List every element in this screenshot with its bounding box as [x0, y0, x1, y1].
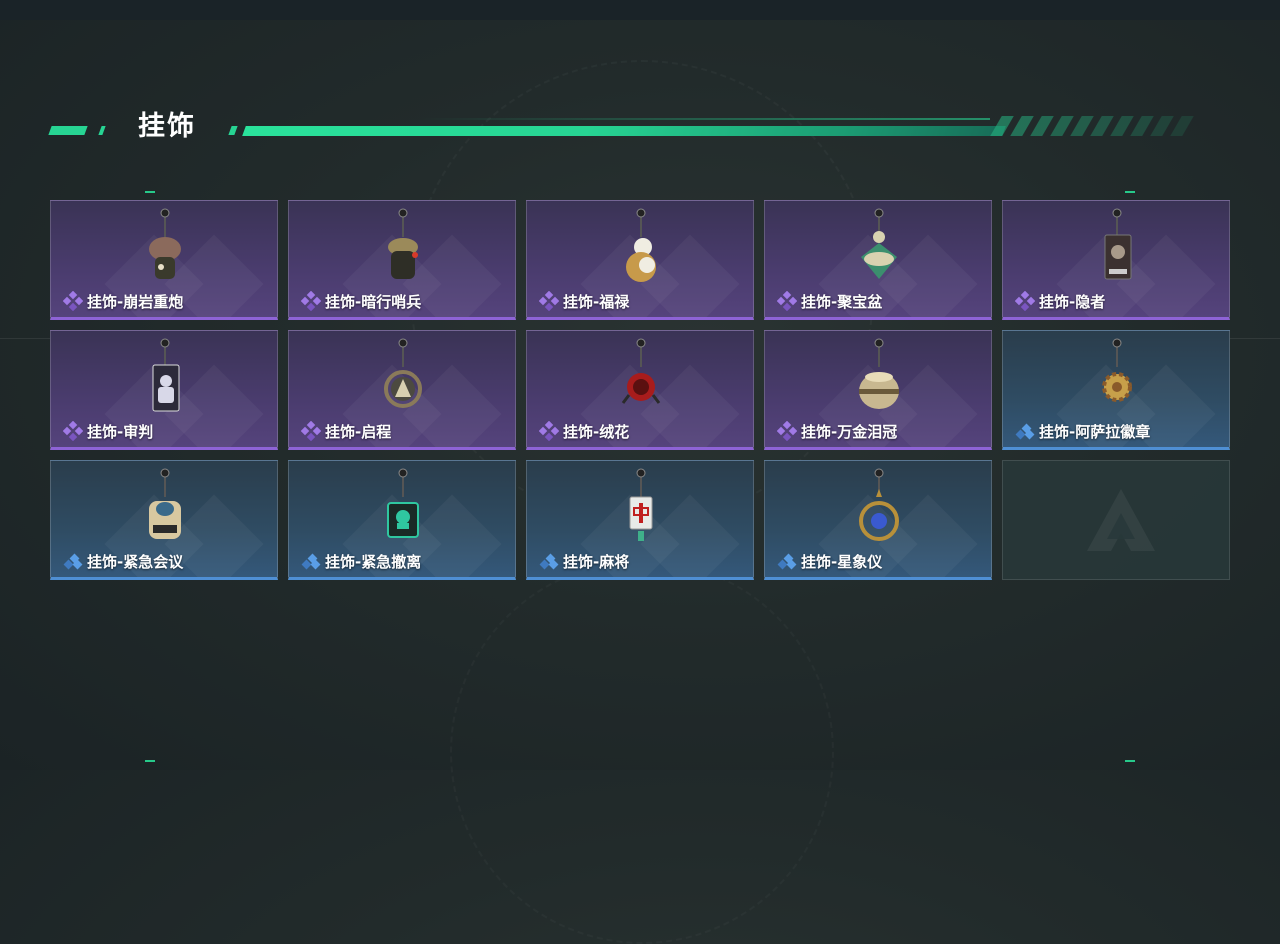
astrolabe-charm-icon [849, 467, 909, 551]
charm-card[interactable]: 挂饰-绒花 [526, 330, 754, 450]
header-thin-line [420, 118, 990, 120]
charm-label: 挂饰-启程 [300, 420, 392, 442]
header-accent-bar [228, 126, 238, 135]
corner-tick [145, 760, 155, 762]
delta-logo-icon [1083, 483, 1159, 559]
charm-card[interactable]: 挂饰-麻将 [526, 460, 754, 580]
purple-rarity-icon [1014, 290, 1036, 312]
charm-label: 挂饰-紧急会议 [63, 551, 183, 571]
header-dash [1090, 116, 1114, 136]
charm-name: 挂饰-福禄 [563, 292, 630, 311]
header-accent-line [242, 126, 1006, 136]
charm-name: 挂饰-紧急会议 [87, 552, 184, 571]
departure-medal-charm-icon [373, 337, 433, 421]
charm-card[interactable]: 挂饰-隐者 [1002, 200, 1230, 320]
corner-tick [1125, 191, 1135, 193]
charm-card[interactable]: 挂饰-万金泪冠 [764, 330, 992, 450]
charm-label: 挂饰-绒花 [538, 420, 630, 442]
charm-label: 挂饰-紧急撤离 [301, 551, 421, 571]
charm-card[interactable]: 挂饰-紧急会议 [50, 460, 278, 580]
charm-label: 挂饰-暗行哨兵 [300, 290, 422, 312]
charm-name: 挂饰-星象仪 [801, 552, 883, 571]
purple-rarity-icon [300, 420, 322, 442]
header-dash [1010, 116, 1034, 136]
charm-label: 挂饰-万金泪冠 [776, 420, 898, 442]
charm-label: 挂饰-审判 [62, 420, 154, 442]
blue-rarity-icon [777, 551, 797, 571]
blue-rarity-icon [301, 551, 321, 571]
purple-rarity-icon [300, 290, 322, 312]
purple-rarity-icon [776, 420, 798, 442]
hermit-card-charm-icon [1087, 207, 1147, 291]
charm-card[interactable]: 挂饰-崩岩重炮 [50, 200, 278, 320]
blue-rarity-icon [63, 551, 83, 571]
crown-orb-charm-icon [849, 337, 909, 421]
header-dash-pattern [990, 116, 1206, 136]
purple-rarity-icon [538, 290, 560, 312]
header-accent-bar [98, 126, 106, 135]
side-line-right [1230, 338, 1280, 339]
charm-card[interactable]: 挂饰-星象仪 [764, 460, 992, 580]
charm-card[interactable]: 挂饰-审判 [50, 330, 278, 450]
charm-name: 挂饰-麻将 [563, 552, 630, 571]
charm-grid: 挂饰-崩岩重炮 挂饰-暗行哨兵 挂饰-福禄 挂饰-聚宝盆 挂饰-隐者挂饰-审判 挂饰-启程… [50, 200, 1230, 580]
velvet-flower-charm-icon [611, 337, 671, 421]
header-dash [1050, 116, 1074, 136]
treasure-bowl-charm-icon [849, 207, 909, 291]
charm-name: 挂饰-隐者 [1039, 292, 1106, 311]
header-dash [1170, 116, 1194, 136]
blue-rarity-icon [539, 551, 559, 571]
empty-slot [1002, 460, 1230, 580]
charm-label: 挂饰-崩岩重炮 [62, 290, 184, 312]
charm-card[interactable]: 挂饰-启程 [288, 330, 516, 450]
asala-badge-charm-icon [1087, 337, 1147, 421]
header-dash [1130, 116, 1154, 136]
camo-sentinel-charm-icon [373, 207, 433, 291]
purple-rarity-icon [776, 290, 798, 312]
purple-rarity-icon [538, 420, 560, 442]
charm-label: 挂饰-聚宝盆 [776, 290, 883, 312]
charm-name: 挂饰-审判 [87, 422, 154, 441]
charm-card[interactable]: 挂饰-福禄 [526, 200, 754, 320]
purple-rarity-icon [62, 290, 84, 312]
corner-tick [1125, 760, 1135, 762]
background-ring-lower [450, 560, 834, 944]
emergency-meeting-charm-icon [135, 467, 195, 551]
judgment-card-charm-icon [135, 337, 195, 421]
charm-name: 挂饰-万金泪冠 [801, 422, 898, 441]
charm-label: 挂饰-星象仪 [777, 551, 882, 571]
charm-name: 挂饰-绒花 [563, 422, 630, 441]
top-strip [0, 0, 1280, 20]
header-dash [1030, 116, 1054, 136]
charm-name: 挂饰-暗行哨兵 [325, 292, 422, 311]
section-header: 挂饰 [0, 108, 1280, 148]
charm-card[interactable]: 挂饰-暗行哨兵 [288, 200, 516, 320]
charm-name: 挂饰-启程 [325, 422, 392, 441]
side-line-left [0, 338, 50, 339]
charm-name: 挂饰-聚宝盆 [801, 292, 883, 311]
header-dash [1150, 116, 1174, 136]
mahjong-tile-charm-icon [611, 467, 671, 551]
charm-name: 挂饰-紧急撤离 [325, 552, 422, 571]
header-accent-bar [48, 126, 88, 135]
charm-label: 挂饰-福禄 [538, 290, 630, 312]
charm-card[interactable]: 挂饰-阿萨拉徽章 [1002, 330, 1230, 450]
header-dash [1110, 116, 1134, 136]
blue-rarity-icon [1015, 421, 1035, 441]
mushroom-soldier-charm-icon [135, 207, 195, 291]
charm-label: 挂饰-麻将 [539, 551, 629, 571]
charm-label: 挂饰-阿萨拉徽章 [1015, 421, 1150, 441]
purple-rarity-icon [62, 420, 84, 442]
gourd-charm-icon [611, 207, 671, 291]
charm-label: 挂饰-隐者 [1014, 290, 1106, 312]
section-title: 挂饰 [138, 111, 196, 142]
charm-name: 挂饰-崩岩重炮 [87, 292, 184, 311]
corner-tick [145, 191, 155, 193]
charm-card[interactable]: 挂饰-聚宝盆 [764, 200, 992, 320]
header-dash [1070, 116, 1094, 136]
charm-name: 挂饰-阿萨拉徽章 [1039, 422, 1151, 441]
charm-card[interactable]: 挂饰-紧急撤离 [288, 460, 516, 580]
emergency-evac-charm-icon [373, 467, 433, 551]
